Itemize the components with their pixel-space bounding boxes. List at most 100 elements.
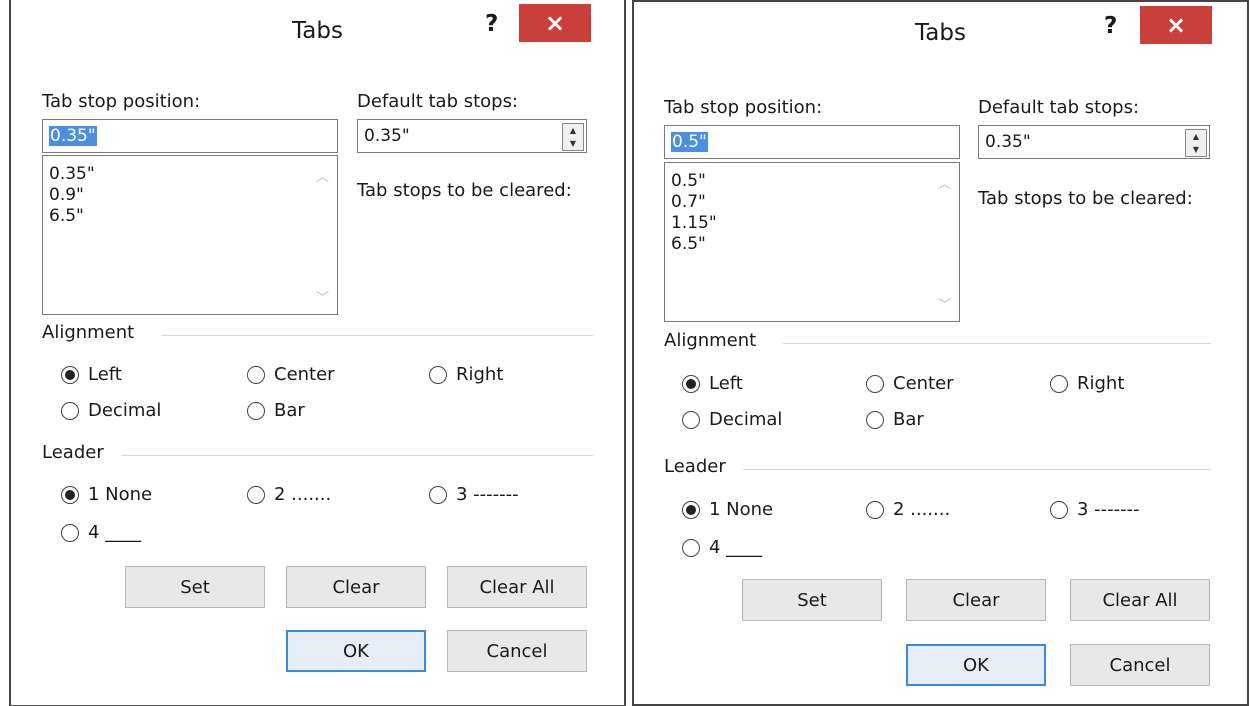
leader-dots-radio[interactable]: 2 ....... [247, 484, 331, 505]
radio-icon [61, 523, 79, 542]
radio-selected-icon [682, 374, 700, 393]
leader-none-label: 1 None [88, 484, 153, 505]
ok-button[interactable]: OK [906, 644, 1046, 686]
alignment-right-radio[interactable]: Right [429, 364, 503, 385]
alignment-right-label: Right [1077, 373, 1125, 394]
radio-icon [682, 410, 700, 429]
radio-icon [61, 401, 79, 420]
scroll-down-icon[interactable]: ﹀ [938, 294, 951, 313]
alignment-decimal-label: Decimal [88, 400, 162, 421]
leader-section-label: Leader [42, 442, 104, 463]
leader-underline-label: 4 ____ [709, 537, 763, 558]
ok-button[interactable]: OK [286, 630, 426, 672]
alignment-section-label: Alignment [664, 330, 757, 351]
leader-underline-label: 4 ____ [88, 522, 142, 543]
radio-icon [866, 410, 884, 429]
leader-underline-radio[interactable]: 4 ____ [682, 537, 762, 558]
alignment-center-radio[interactable]: Center [247, 364, 335, 385]
leader-underline-radio[interactable]: 4 ____ [61, 522, 141, 543]
alignment-decimal-label: Decimal [709, 409, 783, 430]
alignment-left-radio[interactable]: Left [682, 373, 743, 394]
scroll-up-icon[interactable]: ︿ [316, 166, 329, 185]
radio-icon [429, 485, 447, 504]
list-item[interactable]: 0.35" [49, 164, 95, 185]
leader-dashes-radio[interactable]: 3 ------- [1050, 499, 1140, 520]
radio-icon [247, 485, 265, 504]
close-icon[interactable]: × [519, 4, 591, 42]
tab-stop-position-value: 0.35" [49, 126, 97, 146]
tab-stop-list[interactable]: 0.5" 0.7" 1.15" 6.5" ︿ ﹀ [664, 162, 960, 322]
alignment-decimal-radio[interactable]: Decimal [61, 400, 161, 421]
tab-stops-to-be-cleared-label: Tab stops to be cleared: [978, 188, 1193, 209]
alignment-center-label: Center [893, 373, 954, 394]
radio-icon [247, 365, 265, 384]
leader-dots-radio[interactable]: 2 ....... [866, 499, 950, 520]
radio-icon [1050, 374, 1068, 393]
help-icon[interactable]: ? [1104, 13, 1117, 39]
tab-stop-position-input[interactable]: 0.5" [664, 125, 960, 159]
tab-stop-position-label: Tab stop position: [664, 97, 823, 118]
radio-selected-icon [682, 500, 700, 519]
default-tab-stops-label: Default tab stops: [357, 91, 519, 112]
divider [161, 335, 593, 336]
list-item[interactable]: 0.7" [671, 192, 717, 213]
spinner-arrows-icon[interactable]: ▲ ▼ [1185, 129, 1207, 157]
leader-section-label: Leader [664, 456, 726, 477]
default-tab-stops-value: 0.35" [364, 126, 410, 146]
clear-button[interactable]: Clear [286, 566, 426, 608]
scroll-down-icon[interactable]: ﹀ [316, 287, 329, 306]
help-icon[interactable]: ? [485, 11, 498, 37]
clear-button[interactable]: Clear [906, 579, 1046, 621]
leader-dots-label: 2 ....... [274, 484, 332, 505]
radio-icon [429, 365, 447, 384]
alignment-bar-radio[interactable]: Bar [866, 409, 924, 430]
alignment-left-radio[interactable]: Left [61, 364, 122, 385]
tabs-dialog-left: Tabs ? × Tab stop position: 0.35" 0.35" … [9, 0, 626, 706]
set-button[interactable]: Set [125, 566, 265, 608]
alignment-right-radio[interactable]: Right [1050, 373, 1124, 394]
alignment-left-label: Left [709, 373, 743, 394]
divider [783, 343, 1211, 344]
leader-none-radio[interactable]: 1 None [682, 499, 773, 520]
leader-dashes-label: 3 ------- [1077, 499, 1140, 520]
alignment-left-label: Left [88, 364, 122, 385]
cancel-button[interactable]: Cancel [1070, 644, 1210, 686]
spinner-arrows-icon[interactable]: ▲ ▼ [562, 123, 584, 151]
leader-none-radio[interactable]: 1 None [61, 484, 152, 505]
list-item[interactable]: 0.5" [671, 171, 717, 192]
alignment-section-label: Alignment [42, 322, 135, 343]
radio-icon [682, 538, 700, 557]
list-item[interactable]: 6.5" [49, 206, 95, 227]
default-tab-stops-spinner[interactable]: 0.35" ▲ ▼ [978, 125, 1210, 159]
cancel-button[interactable]: Cancel [447, 630, 587, 672]
tab-stop-position-value: 0.5" [671, 132, 708, 152]
default-tab-stops-spinner[interactable]: 0.35" ▲ ▼ [357, 119, 587, 153]
alignment-center-radio[interactable]: Center [866, 373, 954, 394]
leader-dots-label: 2 ....... [893, 499, 951, 520]
alignment-decimal-radio[interactable]: Decimal [682, 409, 782, 430]
tab-stops-to-be-cleared-label: Tab stops to be cleared: [357, 180, 572, 201]
radio-icon [866, 374, 884, 393]
tab-stop-position-input[interactable]: 0.35" [42, 119, 338, 153]
leader-none-label: 1 None [709, 499, 774, 520]
list-item[interactable]: 0.9" [49, 185, 95, 206]
tab-stop-list[interactable]: 0.35" 0.9" 6.5" ︿ ﹀ [42, 155, 338, 315]
list-item[interactable]: 6.5" [671, 234, 717, 255]
radio-selected-icon [61, 365, 79, 384]
list-item[interactable]: 1.15" [671, 213, 717, 234]
scroll-up-icon[interactable]: ︿ [938, 173, 951, 192]
alignment-center-label: Center [274, 364, 335, 385]
radio-icon [1050, 500, 1068, 519]
close-icon[interactable]: × [1140, 6, 1212, 44]
alignment-bar-label: Bar [893, 409, 924, 430]
clear-all-button[interactable]: Clear All [1070, 579, 1210, 621]
set-button[interactable]: Set [742, 579, 882, 621]
alignment-bar-radio[interactable]: Bar [247, 400, 305, 421]
divider [121, 455, 593, 456]
radio-icon [866, 500, 884, 519]
clear-all-button[interactable]: Clear All [447, 566, 587, 608]
default-tab-stops-label: Default tab stops: [978, 97, 1140, 118]
radio-icon [247, 401, 265, 420]
leader-dashes-label: 3 ------- [456, 484, 519, 505]
leader-dashes-radio[interactable]: 3 ------- [429, 484, 519, 505]
